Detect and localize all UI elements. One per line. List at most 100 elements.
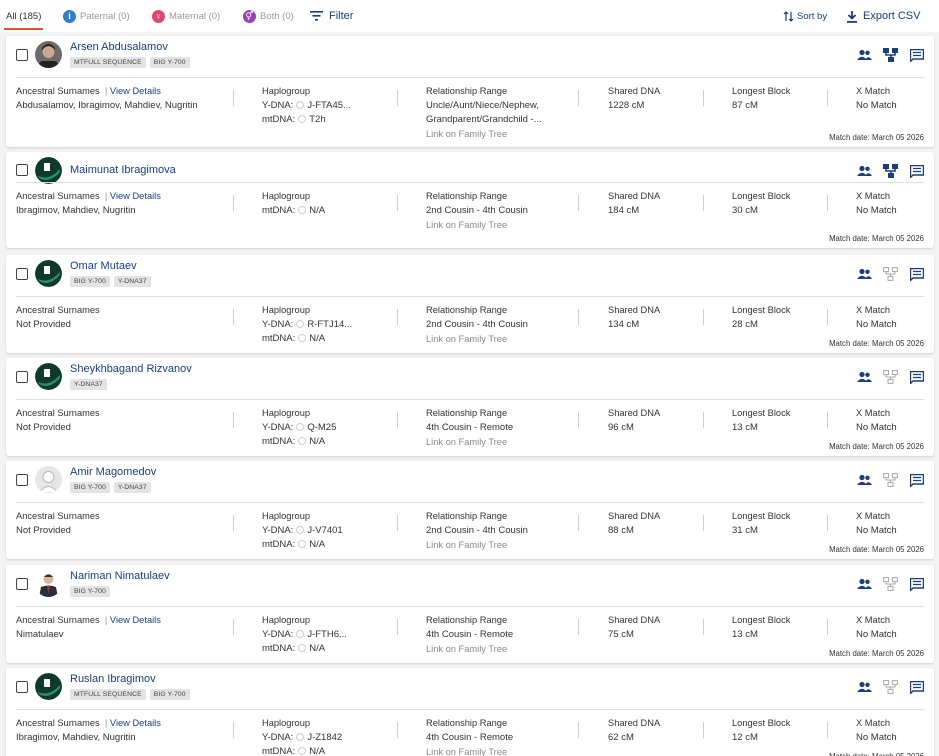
column-divider	[827, 619, 828, 635]
product-tag: MTFULL SEQUENCE	[70, 689, 146, 700]
match-checkbox[interactable]	[16, 681, 28, 693]
family-tree-icon[interactable]	[883, 48, 898, 62]
link-on-family-tree[interactable]: Link on Family Tree	[426, 218, 586, 232]
link-on-family-tree[interactable]: Link on Family Tree	[426, 745, 586, 756]
match-name[interactable]: Maimunat Ibragimova	[70, 164, 176, 176]
tab-all-label: All (185)	[6, 10, 42, 22]
tab-all[interactable]: All (185)	[3, 0, 44, 32]
tab-maternal[interactable]: ♀ Maternal (0)	[152, 0, 220, 32]
message-icon[interactable]	[909, 473, 924, 487]
match-actions	[857, 473, 924, 487]
divider	[16, 296, 924, 297]
longest-block-column: Longest Block 31 cM	[732, 511, 790, 538]
family-tree-disabled-icon[interactable]	[883, 267, 898, 281]
longest-block-label: Longest Block	[732, 511, 791, 521]
divider	[16, 182, 924, 183]
avatar[interactable]	[35, 41, 62, 68]
relationship-icon[interactable]	[857, 473, 872, 487]
message-icon[interactable]	[909, 267, 924, 281]
avatar[interactable]	[35, 673, 62, 700]
relationship-icon[interactable]	[857, 577, 872, 591]
mtdna-value: N/A	[309, 436, 326, 447]
link-on-family-tree[interactable]: Link on Family Tree	[426, 332, 586, 346]
link-on-family-tree[interactable]: Link on Family Tree	[426, 127, 586, 141]
x-match-column: X Match No Match	[856, 718, 897, 745]
match-name[interactable]: Arsen Abdusalamov	[70, 41, 168, 53]
product-tag: BIG Y-700	[149, 57, 190, 68]
divider	[16, 606, 924, 607]
divider	[16, 502, 924, 503]
message-icon[interactable]	[909, 48, 924, 62]
x-match-value: No Match	[856, 100, 897, 111]
message-icon[interactable]	[909, 577, 924, 591]
relationship-icon[interactable]	[857, 680, 872, 694]
ancestral-surnames-value: Not Provided	[16, 525, 71, 536]
relationship-range-label: Relationship Range	[426, 305, 508, 315]
family-tree-icon[interactable]	[883, 164, 898, 178]
mtdna-value: N/A	[309, 746, 326, 756]
shared-dna-column: Shared DNA 62 cM	[608, 718, 660, 745]
match-checkbox[interactable]	[16, 474, 28, 486]
haplogroup-label: Haplogroup	[262, 511, 311, 521]
match-checkbox[interactable]	[16, 371, 28, 383]
longest-block-column: Longest Block 13 cM	[732, 408, 790, 435]
view-details-link[interactable]: View Details	[110, 86, 161, 96]
ancestral-surnames-value: Not Provided	[16, 422, 71, 433]
view-details-link[interactable]: View Details	[110, 718, 161, 728]
ancestral-surnames-label: Ancestral Surnames	[16, 718, 100, 728]
mtdna-row: mtDNA: N/A	[262, 333, 326, 344]
relationship-icon[interactable]	[857, 164, 872, 178]
match-checkbox[interactable]	[16, 49, 28, 61]
product-tag: Y-DNA37	[113, 482, 151, 493]
avatar[interactable]	[35, 363, 62, 390]
haplogroup-label: Haplogroup	[262, 305, 311, 315]
match-name[interactable]: Ruslan Ibragimov	[70, 673, 156, 685]
match-actions	[857, 370, 924, 384]
download-icon	[847, 10, 857, 23]
message-icon[interactable]	[909, 370, 924, 384]
tab-paternal[interactable]: i Paternal (0)	[63, 0, 130, 32]
match-name[interactable]: Nariman Nimatulaev	[70, 570, 170, 582]
match-actions	[857, 680, 924, 694]
tab-both[interactable]: ⚥ Both (0)	[243, 0, 294, 32]
mtdna-row: mtDNA: N/A	[262, 539, 326, 550]
link-on-family-tree[interactable]: Link on Family Tree	[426, 435, 586, 449]
match-checkbox[interactable]	[16, 268, 28, 280]
match-name[interactable]: Sheykhbagand Rizvanov	[70, 363, 192, 375]
relationship-icon[interactable]	[857, 48, 872, 62]
haplogroup-dot-icon	[296, 630, 305, 638]
relationship-column: Relationship Range 4th Cousin - Remote L…	[426, 718, 586, 756]
link-on-family-tree[interactable]: Link on Family Tree	[426, 538, 586, 552]
message-icon[interactable]	[909, 164, 924, 178]
avatar[interactable]	[35, 260, 62, 287]
view-details-link[interactable]: View Details	[110, 191, 161, 201]
avatar[interactable]	[35, 570, 62, 597]
relationship-icon[interactable]	[857, 267, 872, 281]
x-match-value: No Match	[856, 205, 897, 216]
view-details-link[interactable]: View Details	[110, 615, 161, 625]
family-tree-disabled-icon[interactable]	[883, 680, 898, 694]
match-checkbox[interactable]	[16, 164, 28, 176]
shared-dna-label: Shared DNA	[608, 511, 661, 521]
family-tree-disabled-icon[interactable]	[883, 370, 898, 384]
family-tree-disabled-icon[interactable]	[883, 473, 898, 487]
family-tree-disabled-icon[interactable]	[883, 577, 898, 591]
relationship-icon[interactable]	[857, 370, 872, 384]
match-name[interactable]: Omar Mutaev	[70, 260, 137, 272]
link-on-family-tree[interactable]: Link on Family Tree	[426, 642, 586, 656]
sort-button[interactable]: Sort by	[783, 0, 827, 32]
haplogroup-dot-icon	[296, 320, 305, 328]
avatar[interactable]	[35, 157, 62, 184]
message-icon[interactable]	[909, 680, 924, 694]
avatar[interactable]	[35, 466, 62, 493]
match-name[interactable]: Amir Magomedov	[70, 466, 156, 478]
column-divider	[233, 309, 234, 325]
shared-dna-column: Shared DNA 134 cM	[608, 305, 660, 332]
export-csv-label: Export CSV	[863, 10, 921, 22]
export-csv-button[interactable]: Export CSV	[846, 0, 920, 32]
filter-button[interactable]: Filter	[310, 0, 353, 32]
product-tag: BIG Y-700	[149, 689, 190, 700]
shared-dna-value: 1228 cM	[608, 100, 645, 111]
match-checkbox[interactable]	[16, 578, 28, 590]
haplogroup-column: Haplogroup Y-DNA: J-FTA45... mtDNA: T2h	[262, 86, 351, 127]
